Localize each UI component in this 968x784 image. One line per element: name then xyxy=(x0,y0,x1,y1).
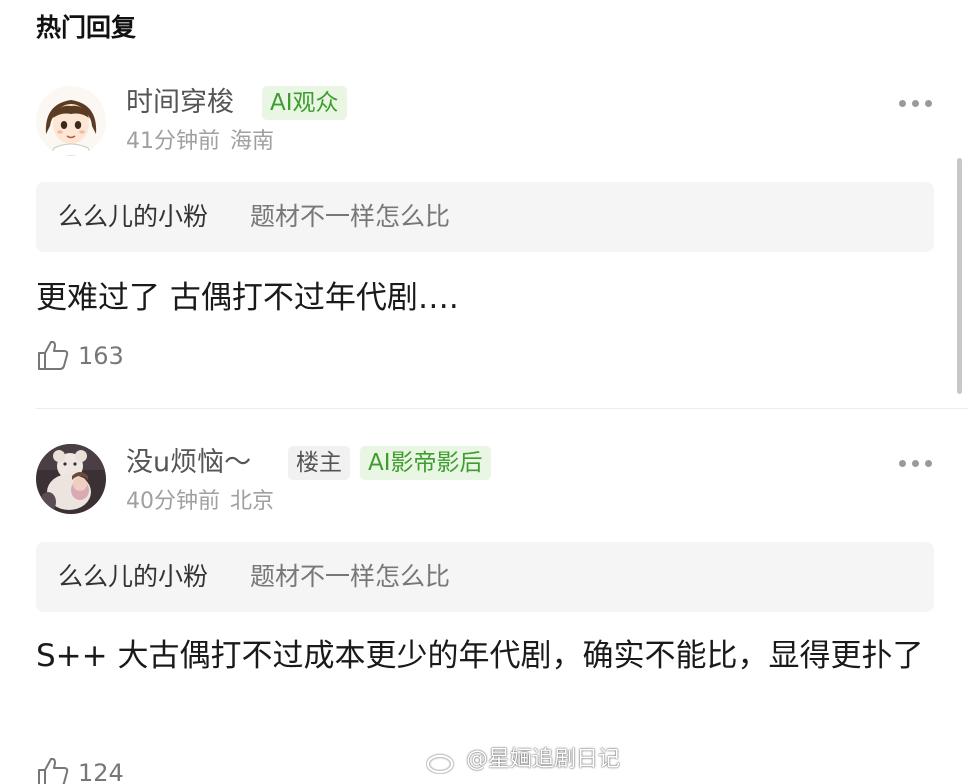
like-count: 124 xyxy=(78,759,124,784)
more-options-button[interactable] xyxy=(896,453,936,473)
more-dot xyxy=(912,460,919,467)
comment-text: S++ 大古偶打不过成本更少的年代剧，确实不能比，显得更扑了 xyxy=(36,638,924,674)
quote-username[interactable]: 么么儿的小粉 xyxy=(58,560,208,594)
more-dot xyxy=(925,460,932,467)
comment-location: 北京 xyxy=(230,489,275,514)
ai-badge: AI影帝影后 xyxy=(360,446,491,480)
thumbs-up-icon xyxy=(38,757,69,784)
owner-badge: 楼主 xyxy=(288,446,350,480)
avatar-photo xyxy=(36,444,106,514)
watermark-text: @星婳追剧日记 xyxy=(466,747,621,772)
comment-meta: 40分钟前 北京 xyxy=(126,488,274,516)
username[interactable]: 没u烦恼～ xyxy=(126,446,251,480)
weibo-logo-icon xyxy=(426,749,458,774)
avatar[interactable] xyxy=(36,444,106,514)
hot-replies-page: 热门回复 时间穿梭 AI观众 41分钟前 海南 么么儿的小粉 题材不一样怎么比 … xyxy=(0,0,968,784)
quoted-reply[interactable]: 么么儿的小粉 题材不一样怎么比 xyxy=(36,542,934,612)
comment-item: 没u烦恼～ 楼主 AI影帝影后 40分钟前 北京 么么儿的小粉 题材不一样怎么比 … xyxy=(0,0,968,784)
scrollbar[interactable] xyxy=(957,158,962,394)
quote-text: 题材不一样怎么比 xyxy=(250,562,451,591)
more-horizontal-icon xyxy=(899,460,906,467)
comment-time: 40分钟前 xyxy=(126,489,220,514)
